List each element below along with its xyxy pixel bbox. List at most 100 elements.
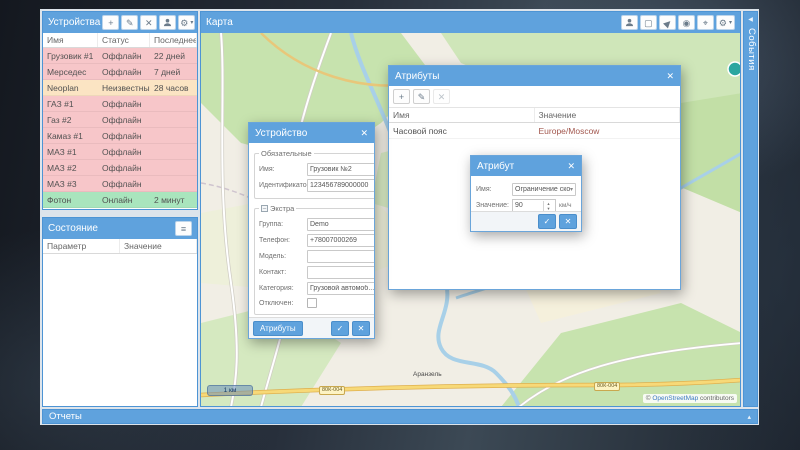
attributes-dialog-header[interactable]: Атрибуты ✕: [389, 66, 680, 86]
device-dialog-header[interactable]: Устройство ✕: [249, 123, 374, 143]
map-panel-title: Карта: [206, 17, 233, 28]
table-row[interactable]: ГАЗ #1 Оффлайн: [43, 96, 197, 112]
expand-left-icon[interactable]: ◀: [744, 16, 757, 23]
attr-name-combobox[interactable]: Ограничение скор... ▾: [512, 183, 576, 196]
attribute-dialog: Атрибут ✕ Имя: Ограничение скор... ▾ Зна…: [470, 155, 582, 232]
device-name: Газ #2: [43, 115, 98, 125]
map-locate-button[interactable]: ⌖: [697, 15, 714, 30]
remove-attribute-button[interactable]: ✕: [433, 89, 450, 104]
column-status[interactable]: Статус: [98, 33, 150, 47]
expand-up-icon[interactable]: ▴: [747, 413, 751, 421]
column-parameter[interactable]: Параметр: [43, 239, 120, 253]
attr-value-stepper[interactable]: ▴ ▾: [512, 199, 556, 211]
add-attribute-button[interactable]: +: [393, 89, 410, 104]
attribute-name: Часовой пояс: [389, 126, 535, 136]
column-value[interactable]: Значение: [120, 239, 197, 253]
field-row: Модель:: [259, 250, 374, 263]
remove-device-button[interactable]: ✕: [140, 15, 157, 30]
map-scale-bar: 1 км: [207, 385, 253, 396]
device-name: Мерседес: [43, 67, 98, 77]
spin-down-icon[interactable]: ▾: [544, 206, 553, 211]
chevron-down-icon[interactable]: ▾: [570, 186, 573, 193]
collapse-icon[interactable]: –: [261, 205, 268, 212]
table-row[interactable]: Мерседес Оффлайн 7 дней: [43, 64, 197, 80]
spinner-buttons[interactable]: ▴ ▾: [543, 201, 553, 211]
menu-icon: ≡: [181, 223, 186, 235]
device-dialog-body: Обязательные Имя: Идентификатор: – Экстр…: [249, 143, 374, 317]
cluster-marker[interactable]: [728, 62, 740, 76]
table-row[interactable]: Neoplan Неизвестный 28 часов: [43, 80, 197, 96]
field-row: Телефон:: [259, 234, 374, 247]
state-menu-button[interactable]: ≡: [175, 221, 192, 236]
column-last-update[interactable]: Последнее обн...: [150, 33, 197, 47]
phone-field[interactable]: [307, 234, 374, 247]
gear-icon: ⚙: [719, 17, 727, 29]
device-name: ГАЗ #1: [43, 99, 98, 109]
cancel-button[interactable]: ✕: [352, 321, 370, 336]
add-device-button[interactable]: +: [102, 15, 119, 30]
contact-field-label: Контакт:: [259, 269, 307, 276]
attributes-button[interactable]: Атрибуты: [253, 321, 303, 336]
table-row[interactable]: МАЗ #1 Оффлайн: [43, 144, 197, 160]
group-combobox[interactable]: Demo ▾: [307, 218, 374, 231]
edit-device-button[interactable]: ✎: [121, 15, 138, 30]
map-settings-button[interactable]: ⚙ ▾: [716, 15, 735, 30]
identifier-field[interactable]: [307, 179, 374, 192]
disabled-checkbox[interactable]: [307, 298, 317, 308]
devices-panel: Устройства + ✎ ✕ ⚙ ▾ Имя Статус Последне…: [42, 11, 198, 210]
osm-link[interactable]: OpenStreetMap: [652, 395, 698, 402]
table-row[interactable]: Камаз #1 Оффлайн: [43, 128, 197, 144]
column-value[interactable]: Значение: [535, 108, 681, 122]
map-marker-button[interactable]: [621, 15, 638, 30]
device-name: Камаз #1: [43, 131, 98, 141]
geofences-button[interactable]: [159, 15, 176, 30]
cancel-button[interactable]: ✕: [559, 214, 577, 229]
edit-attribute-button[interactable]: ✎: [413, 89, 430, 104]
device-status: Онлайн: [98, 195, 150, 205]
close-icon[interactable]: ✕: [666, 71, 674, 82]
close-icon[interactable]: ✕: [567, 161, 575, 172]
save-button[interactable]: ✓: [331, 321, 349, 336]
device-status: Оффлайн: [98, 147, 150, 157]
attr-value-label: Значение:: [476, 202, 512, 209]
table-row[interactable]: Грузовик #1 Оффлайн 22 дней: [43, 48, 197, 64]
table-row[interactable]: Фотон Онлайн 2 минут: [43, 192, 197, 208]
table-row[interactable]: Часовой пояс Europe/Moscow: [389, 123, 680, 139]
attribute-value: Europe/Moscow: [535, 126, 681, 136]
events-panel-tab[interactable]: ◀ События: [743, 11, 758, 407]
save-button[interactable]: ✓: [538, 214, 556, 229]
minus-glyph: –: [263, 206, 266, 212]
table-row[interactable]: МАЗ #3 Оффлайн: [43, 176, 197, 192]
events-tab-label: События: [746, 28, 757, 71]
device-last-update: 28 часов: [150, 83, 197, 93]
reports-panel-bar[interactable]: Отчеты ▴: [42, 409, 758, 424]
attr-value-input[interactable]: [513, 200, 543, 211]
device-name: МАЗ #1: [43, 147, 98, 157]
name-field[interactable]: [307, 163, 374, 176]
close-icon[interactable]: ✕: [360, 128, 368, 139]
reports-bar-label: Отчеты: [49, 411, 82, 422]
contact-field[interactable]: [307, 266, 374, 279]
table-row[interactable]: Газ #2 Оффлайн: [43, 112, 197, 128]
device-dialog-footer: Атрибуты ✓ ✕: [249, 317, 374, 338]
disabled-field-label: Отключен:: [259, 300, 307, 307]
column-name[interactable]: Имя: [389, 108, 535, 122]
table-row[interactable]: МАЗ #2 Оффлайн: [43, 160, 197, 176]
map-follow-button[interactable]: ▶: [659, 15, 676, 30]
identifier-field-label: Идентификатор:: [259, 182, 307, 189]
field-row: Категория: Грузовой автомоб... ▾: [259, 282, 374, 295]
device-last-update: 22 дней: [150, 51, 197, 61]
model-field[interactable]: [307, 250, 374, 263]
category-combobox[interactable]: Грузовой автомоб... ▾: [307, 282, 374, 295]
attribute-dialog-header[interactable]: Атрибут ✕: [471, 156, 581, 176]
name-field-label: Имя:: [259, 166, 307, 173]
state-panel-title: Состояние: [48, 223, 98, 234]
person-icon: [163, 18, 172, 27]
device-settings-button[interactable]: ⚙ ▾: [178, 15, 195, 30]
map-visibility-button[interactable]: ◉: [678, 15, 695, 30]
column-name[interactable]: Имя: [43, 33, 98, 47]
extra-legend: Экстра: [270, 204, 294, 213]
chevron-down-icon: ▾: [190, 17, 193, 29]
map-attribution: © OpenStreetMap contributors: [643, 394, 737, 403]
map-geofence-button[interactable]: ▢: [640, 15, 657, 30]
